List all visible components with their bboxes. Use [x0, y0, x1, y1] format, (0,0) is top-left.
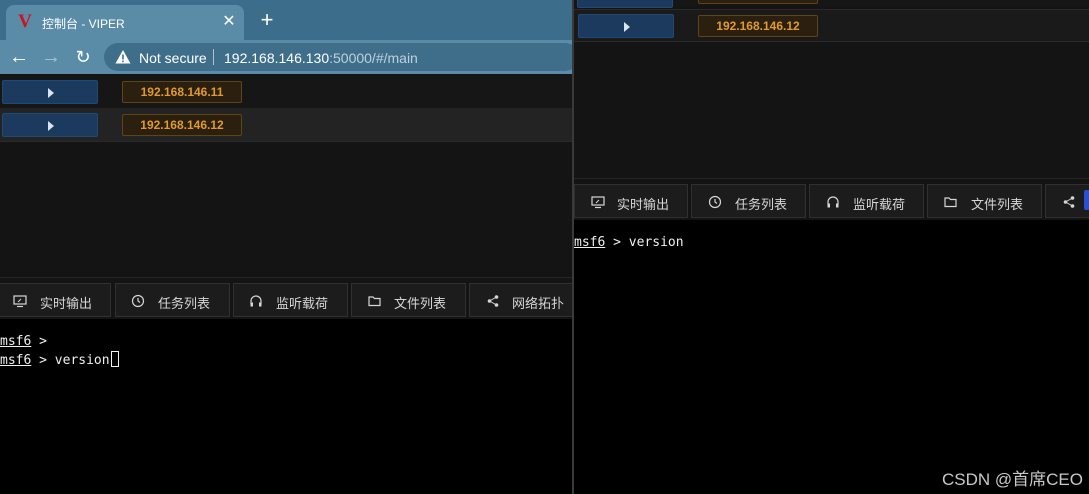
- session-row-cropped: [574, 0, 1089, 8]
- tab-task-list[interactable]: 任务列表: [691, 184, 806, 218]
- terminal-line: msf6 >: [0, 334, 47, 349]
- caret-right-icon: [48, 88, 54, 98]
- tab-label: 实时输出: [40, 296, 93, 311]
- tab-realtime-output[interactable]: 实时输出: [0, 283, 111, 317]
- url-text[interactable]: 192.168.146.130:50000/#/main: [224, 50, 418, 66]
- tab-label: 文件列表: [394, 296, 447, 311]
- expand-row-button[interactable]: [577, 0, 673, 8]
- terminal-command: > version: [605, 235, 684, 250]
- tab-label: 实时输出: [617, 197, 670, 212]
- terminal-command: > version: [31, 353, 110, 368]
- caret-right-icon: [624, 22, 630, 32]
- expand-row-button[interactable]: [578, 14, 674, 38]
- tab-network-topology[interactable]: 网络拓扑: [469, 283, 573, 317]
- panel-tabs-bar: 实时输出 任务列表 监听载荷 文件列表: [574, 178, 1089, 220]
- tab-listener-payload[interactable]: 监听载荷: [233, 283, 348, 317]
- tab-label: 任务列表: [158, 296, 211, 311]
- session-row: 192.168.146.12: [0, 108, 573, 142]
- terminal-line: msf6 > version: [574, 235, 684, 250]
- tab-task-list[interactable]: 任务列表: [115, 283, 230, 317]
- expand-row-button[interactable]: [2, 113, 98, 137]
- terminal-prompt: msf6: [574, 235, 606, 250]
- url-host: 192.168.146.130: [224, 50, 330, 66]
- tab-listener-payload[interactable]: 监听载荷: [809, 184, 924, 218]
- text-cursor: [110, 351, 119, 367]
- reload-icon[interactable]: ↻: [70, 44, 96, 70]
- tab-realtime-output[interactable]: 实时输出: [574, 184, 688, 218]
- csdn-watermark: CSDN @首席CEO: [942, 470, 1083, 489]
- not-secure-label[interactable]: Not secure: [139, 50, 207, 66]
- share-icon: [487, 295, 499, 307]
- terminal-text: >: [31, 334, 47, 349]
- session-ip-tag: [698, 0, 818, 4]
- close-icon[interactable]: ✕: [219, 12, 239, 32]
- monitor-icon: [591, 196, 605, 209]
- session-list-empty-area: [0, 143, 573, 277]
- new-tab-button[interactable]: +: [255, 8, 279, 32]
- browser-tab-active[interactable]: V 控制台 - VIPER ✕: [6, 5, 244, 40]
- browser-toolbar: ← → ↻ Not secure 192.168.146.130:50000/#…: [0, 40, 573, 74]
- browser-window-right: 192.168.146.12 实时输出 任务列表 监听载荷 文件列表 msf6 …: [574, 0, 1089, 494]
- panel-tabs-bar: 实时输出 任务列表 监听载荷 文件列表 网络拓扑: [0, 277, 573, 319]
- tab-network-topology[interactable]: [1045, 184, 1089, 218]
- tab-file-list[interactable]: 文件列表: [351, 283, 466, 317]
- folder-icon: [368, 296, 381, 307]
- browser-window-left: V 控制台 - VIPER ✕ + ← → ↻ Not secure 192.1…: [0, 0, 573, 494]
- terminal-input-line[interactable]: msf6 > version: [0, 351, 119, 368]
- msf-terminal[interactable]: msf6 > version: [574, 220, 1089, 494]
- session-row: 192.168.146.11: [0, 75, 573, 109]
- tab-label: 任务列表: [735, 197, 788, 212]
- folder-icon: [944, 197, 957, 208]
- session-list-empty-area: [574, 42, 1089, 178]
- clock-icon: [708, 195, 722, 209]
- expand-row-button[interactable]: [2, 80, 98, 104]
- session-ip-tag: 192.168.146.11: [122, 81, 242, 103]
- session-ip-tag: 192.168.146.12: [698, 15, 818, 37]
- viper-favicon-icon: V: [18, 11, 32, 32]
- tab-label: 网络拓扑: [512, 296, 565, 311]
- address-bar[interactable]: Not secure 192.168.146.130:50000/#/main: [104, 43, 573, 71]
- warning-icon[interactable]: [115, 49, 131, 65]
- omnibox-separator: [213, 49, 214, 65]
- url-path: :50000/#/main: [329, 50, 418, 66]
- terminal-prompt: msf6: [0, 334, 32, 349]
- caret-right-icon: [48, 121, 54, 131]
- tab-label: 监听载荷: [276, 296, 329, 311]
- session-ip-tag: 192.168.146.12: [122, 114, 242, 136]
- monitor-icon: [13, 295, 27, 308]
- tab-label: 文件列表: [971, 197, 1024, 212]
- tab-strip: V 控制台 - VIPER ✕ +: [0, 0, 573, 40]
- tab-file-list[interactable]: 文件列表: [927, 184, 1042, 218]
- share-icon: [1063, 196, 1075, 208]
- back-arrow-icon[interactable]: ←: [6, 44, 32, 70]
- tab-label: 监听载荷: [853, 197, 906, 212]
- headphones-icon: [250, 295, 262, 307]
- headphones-icon: [827, 196, 839, 208]
- clock-icon: [131, 294, 145, 308]
- forward-arrow-icon[interactable]: →: [38, 44, 64, 70]
- msf-terminal[interactable]: msf6 > msf6 > version: [0, 319, 573, 494]
- terminal-prompt: msf6: [0, 353, 32, 368]
- session-row: 192.168.146.12: [574, 9, 1089, 42]
- badge-indicator: [1084, 190, 1089, 210]
- tab-title: 控制台 - VIPER: [42, 17, 125, 31]
